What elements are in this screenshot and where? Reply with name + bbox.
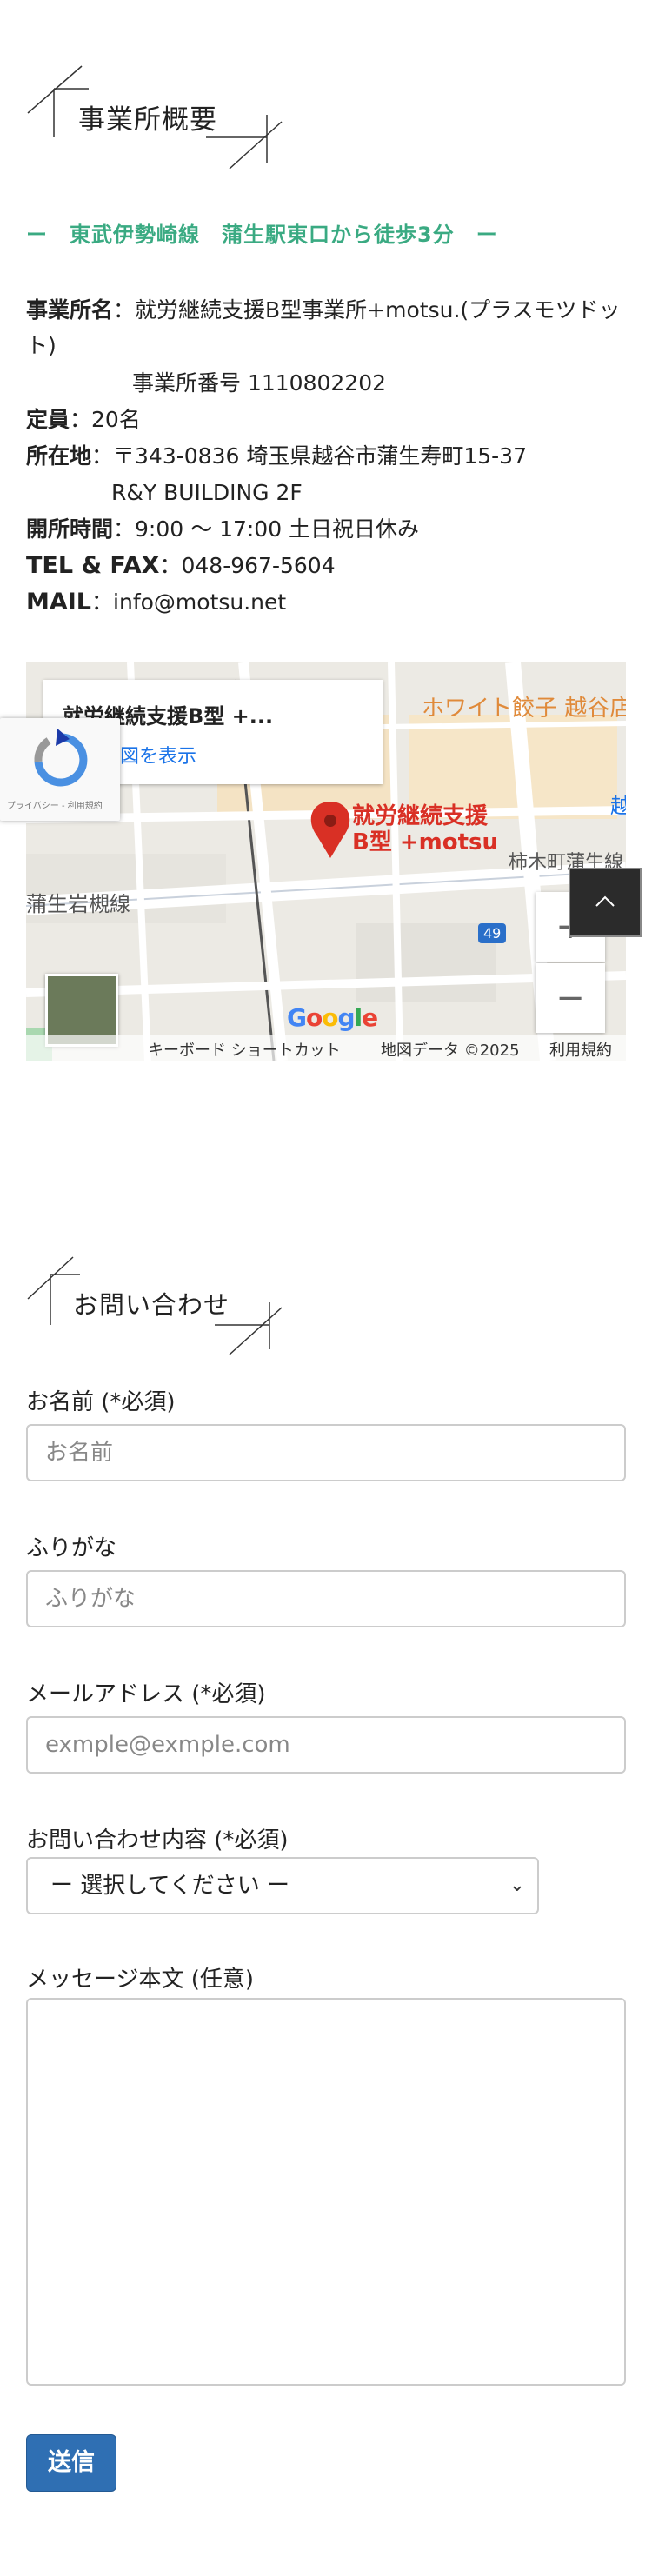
email-input[interactable]	[26, 1716, 626, 1774]
inquiry-select[interactable]: ー 選択してください ー ⌄	[26, 1857, 539, 1914]
inquiry-selected-value: ー 選択してください ー	[50, 1873, 289, 1899]
terms-link[interactable]: 利用規約	[549, 1038, 612, 1061]
office-name-row: 事業所名：就労継続支援B型事業所+motsu.(プラスモツドッ	[26, 297, 621, 323]
detail-value: ト)	[26, 333, 57, 358]
detail-label: TEL & FAX	[26, 552, 160, 579]
detail-value: 〒343-0836 埼玉県越谷市蒲生寿町15-37	[113, 443, 527, 469]
route-badge: 49	[478, 923, 507, 943]
chevron-up-icon	[595, 895, 615, 907]
detail-label: 定員	[26, 407, 70, 432]
message-label: メッセージ本文 (任意)	[26, 1967, 255, 1993]
hours-row: 開所時間：9:00 〜 17:00 土日祝日休み	[26, 516, 420, 542]
zoom-out-button[interactable]: −	[536, 963, 605, 1033]
detail-label: MAIL	[26, 589, 92, 616]
office-heading: 事業所概要	[27, 63, 289, 176]
message-textarea[interactable]	[26, 1998, 626, 2386]
access-info: ー 東武伊勢崎線 蒲生駅東口から徒歩3分 ー	[26, 223, 498, 247]
detail-label: 事業所名	[26, 297, 114, 323]
map-label: ホワイト餃子 越谷店	[422, 696, 626, 722]
map-data-text: 地図データ ©2025	[381, 1042, 520, 1060]
detail-value: 9:00 〜 17:00 土日祝日休み	[135, 516, 420, 542]
map-label: 蒲生岩槻線	[26, 892, 130, 916]
page-title: 事業所概要	[78, 104, 217, 136]
map-label: 越	[610, 794, 626, 818]
office-name-cont: ト)	[26, 328, 57, 364]
submit-button[interactable]: 送信	[26, 2434, 116, 2492]
mail-row: MAIL：info@motsu.net	[26, 589, 287, 616]
kana-input[interactable]	[26, 1570, 626, 1627]
capacity-row: 定員：20名	[26, 407, 141, 432]
name-label: お名前 (*必須)	[26, 1389, 176, 1415]
chevron-down-icon: ⌄	[509, 1874, 525, 1896]
detail-label: 所在地	[26, 443, 92, 469]
page: 事業所概要 ー 東武伊勢崎線 蒲生駅東口から徒歩3分 ー 事業所名：就労継続支援…	[0, 0, 652, 2576]
detail-value: 事業所番号 1110802202	[132, 370, 387, 396]
detail-value: 就労継続支援B型事業所+motsu.(プラスモツドッ	[135, 297, 621, 323]
detail-label: 開所時間	[26, 516, 114, 542]
detail-value: R&Y BUILDING 2F	[111, 480, 303, 505]
keyboard-shortcuts-link[interactable]: キーボード ショートカット	[148, 1038, 341, 1061]
office-number-row: 事業所番号 1110802202	[132, 365, 386, 402]
contact-heading: お問い合わせ	[27, 1252, 306, 1356]
address-row: 所在地：〒343-0836 埼玉県越谷市蒲生寿町15-37	[26, 443, 527, 469]
kana-label: ふりがな	[26, 1535, 117, 1561]
tel-row: TEL & FAX：048-967-5604	[26, 552, 336, 579]
google-logo: Google	[287, 1003, 378, 1032]
email-label: メールアドレス (*必須)	[26, 1681, 266, 1707]
detail-value: 048-967-5604	[181, 553, 336, 578]
detail-value[interactable]: info@motsu.net	[113, 589, 286, 615]
map-attribution: キーボード ショートカット 地図データ ©2025 利用規約	[26, 1035, 626, 1061]
address-building-row: R&Y BUILDING 2F	[111, 475, 303, 511]
inquiry-label: お問い合わせ内容 (*必須)	[26, 1827, 289, 1854]
contact-title: お問い合わせ	[73, 1290, 230, 1320]
recaptcha-badge[interactable]: プライバシー - 利用規約	[0, 718, 120, 821]
name-input[interactable]	[26, 1424, 626, 1481]
detail-value: 20名	[91, 407, 141, 432]
map-pin-label: 就労継続支援 B型 +motsu	[352, 803, 499, 855]
recaptcha-icon	[34, 729, 88, 787]
recaptcha-links[interactable]: プライバシー - 利用規約	[7, 798, 103, 811]
back-to-top-button[interactable]	[569, 868, 642, 937]
